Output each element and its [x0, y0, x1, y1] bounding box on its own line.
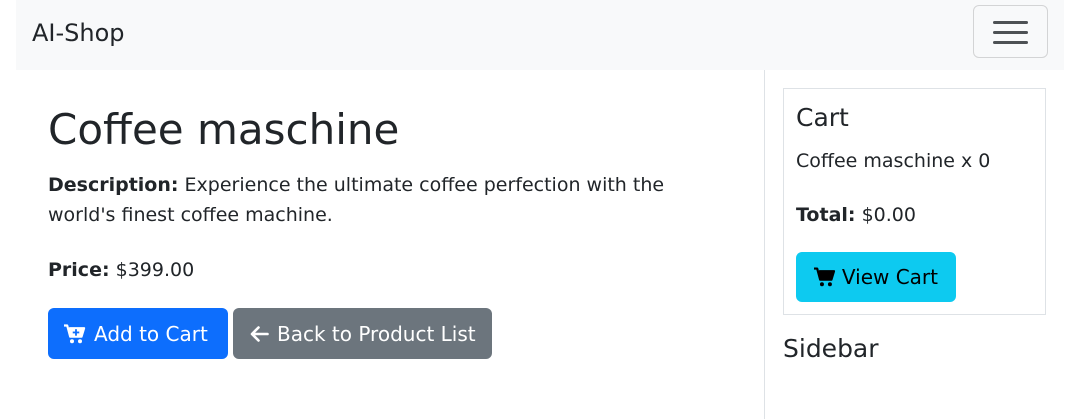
brand-link[interactable]: AI-Shop — [32, 17, 125, 49]
arrow-left-icon — [250, 325, 269, 342]
view-cart-label: View Cart — [841, 265, 938, 289]
cart-card: Cart Coffee maschine x 0 Total: $0.00 Vi… — [783, 88, 1046, 315]
back-to-product-list-label: Back to Product List — [277, 321, 476, 346]
product-description: Description: Experience the ultimate cof… — [48, 170, 728, 230]
cart-item-quantity: 0 — [978, 150, 991, 172]
sidebar-title: Sidebar — [783, 334, 879, 363]
cart-title: Cart — [796, 103, 849, 132]
price-label: Price: — [48, 259, 110, 281]
cart-total-label: Total: — [796, 204, 856, 226]
view-cart-button[interactable]: View Cart — [796, 252, 956, 302]
product-title: Coffee maschine — [48, 105, 400, 154]
cart-icon — [814, 267, 836, 287]
price-value: $399.00 — [115, 259, 195, 281]
navbar-toggler-button[interactable] — [973, 5, 1048, 58]
add-to-cart-button[interactable]: Add to Cart — [48, 308, 228, 359]
back-to-product-list-button[interactable]: Back to Product List — [233, 308, 492, 359]
column-divider — [764, 70, 765, 419]
cart-total-value: $0.00 — [861, 204, 916, 226]
navbar: AI-Shop — [16, 0, 1064, 70]
cart-item-name: Coffee maschine — [796, 150, 955, 172]
product-price: Price: $399.00 — [48, 255, 194, 285]
description-label: Description: — [48, 174, 179, 196]
cart-plus-icon — [64, 323, 86, 343]
cart-item: Coffee maschine x 0 — [796, 146, 990, 176]
cart-total: Total: $0.00 — [796, 200, 916, 230]
add-to-cart-label: Add to Cart — [94, 321, 208, 346]
cart-item-multiplier: x — [961, 150, 973, 172]
